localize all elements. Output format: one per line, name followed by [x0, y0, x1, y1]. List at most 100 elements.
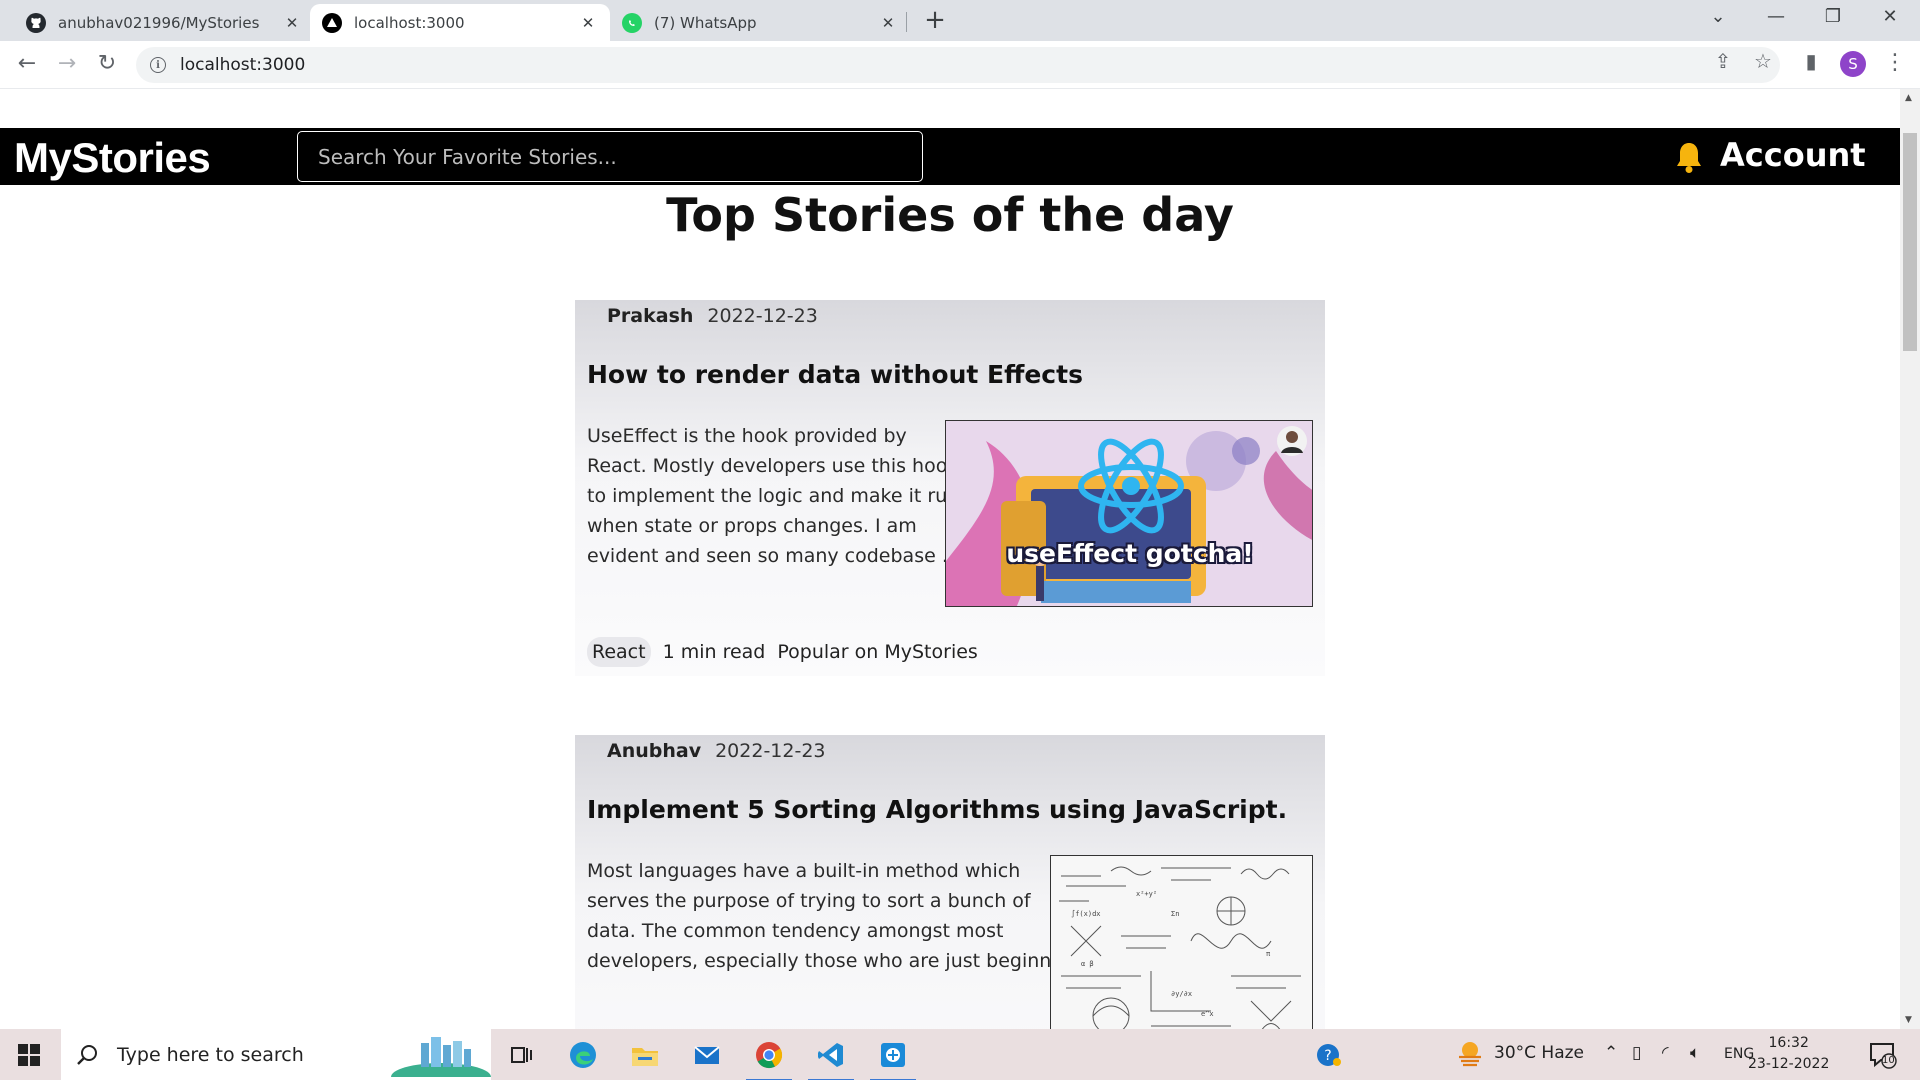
more-menu-icon[interactable]: ⋮	[1884, 50, 1906, 75]
side-panel-icon[interactable]: ▮	[1797, 49, 1825, 73]
tab-title: localhost:3000	[354, 13, 465, 32]
windows-start-icon[interactable]	[18, 1044, 40, 1066]
search-highlight-city-icon	[391, 1033, 491, 1080]
story-excerpt: UseEffect is the hook provided by React.…	[587, 421, 960, 571]
whatsapp-icon	[622, 12, 642, 33]
story-thumbnail-math[interactable]: x²+y²∫f(x)dx Σnπ ∂y/∂x√2 α βe^x	[1050, 855, 1313, 1029]
github-icon	[26, 12, 46, 33]
browser-toolbar: ← → ↻ i localhost:3000 ⇪ ☆ ▮ S ⋮	[0, 41, 1920, 89]
read-time: 1 min read	[662, 641, 766, 663]
svg-text:Σn: Σn	[1171, 910, 1179, 918]
close-tab-icon[interactable]: ✕	[878, 14, 898, 32]
restore-icon[interactable]: ❐	[1813, 6, 1853, 27]
svg-text:α β: α β	[1081, 960, 1094, 968]
volume-icon[interactable]: 🔈︎	[1690, 1043, 1700, 1063]
network-icon[interactable]: ◜	[1662, 1043, 1669, 1063]
taskbar-search-box[interactable]: Type here to search	[61, 1029, 491, 1080]
reload-icon[interactable]: ↻	[92, 50, 122, 80]
story-footer: React 1 min read Popular on MyStories	[587, 637, 978, 667]
story-author[interactable]: Anubhav	[607, 740, 701, 762]
windows-taskbar: Type here to search ? 30°C Haze ⌃ ▯ ◜ 🔈︎…	[0, 1029, 1920, 1080]
help-icon[interactable]: ?	[1316, 1042, 1342, 1073]
chrome-icon[interactable]	[746, 1040, 792, 1080]
scrollbar-thumb[interactable]	[1903, 133, 1917, 351]
excerpt-line: UseEffect is the hook provided by	[587, 425, 907, 447]
forward-arrow-icon[interactable]: →	[52, 50, 82, 80]
story-card[interactable]: Prakash 2022-12-23 How to render data wi…	[575, 300, 1325, 676]
story-thumbnail-react[interactable]: useEffect gotcha!	[945, 420, 1313, 607]
tab-github[interactable]: anubhav021996/MyStories ✕	[14, 4, 314, 41]
scroll-down-icon[interactable]: ▼	[1905, 1015, 1912, 1025]
tab-separator	[906, 12, 907, 32]
task-view-icon[interactable]	[506, 1040, 536, 1070]
page-viewport: MyStories Account Top Stories of the day…	[0, 89, 1920, 1029]
story-title[interactable]: Implement 5 Sorting Algorithms using Jav…	[587, 795, 1287, 824]
excerpt-line: Most languages have a built-in method wh…	[587, 860, 1021, 882]
weather-haze-icon[interactable]	[1456, 1039, 1484, 1072]
excerpt-line: React. Mostly developers use this hook	[587, 455, 959, 477]
search-icon	[75, 1043, 99, 1067]
app-blue-icon[interactable]	[870, 1040, 916, 1080]
story-tag[interactable]: React	[587, 637, 651, 667]
popular-badge: Popular on MyStories	[777, 641, 978, 663]
story-card[interactable]: Anubhav 2022-12-23 Implement 5 Sorting A…	[575, 735, 1325, 1029]
svg-text:x²+y²: x²+y²	[1136, 890, 1157, 898]
scroll-up-icon[interactable]: ▲	[1905, 93, 1912, 103]
bell-icon[interactable]	[1673, 140, 1705, 174]
back-arrow-icon[interactable]: ←	[12, 50, 42, 80]
notification-count: 10	[1882, 1055, 1895, 1066]
story-date: 2022-12-23	[707, 305, 818, 327]
url-text[interactable]: localhost:3000	[180, 55, 305, 75]
mail-icon[interactable]	[692, 1040, 722, 1070]
excerpt-line: data. The common tendency amongst most	[587, 920, 1004, 942]
svg-text:∂y/∂x: ∂y/∂x	[1171, 990, 1192, 998]
close-window-icon[interactable]: ✕	[1870, 6, 1910, 27]
story-meta: Anubhav 2022-12-23	[607, 740, 826, 762]
svg-text:e^x: e^x	[1201, 1010, 1214, 1018]
file-explorer-icon[interactable]	[630, 1040, 660, 1070]
svg-text:∫f(x)dx: ∫f(x)dx	[1071, 909, 1101, 918]
system-clock[interactable]: 16:32 23-12-2022	[1748, 1033, 1829, 1075]
story-search-input[interactable]	[297, 131, 923, 182]
edge-icon[interactable]	[568, 1040, 598, 1070]
tab-localhost[interactable]: localhost:3000 ✕	[310, 4, 610, 41]
story-title[interactable]: How to render data without Effects	[587, 360, 1083, 389]
bookmark-star-icon[interactable]: ☆	[1749, 49, 1777, 73]
share-icon[interactable]: ⇪	[1709, 49, 1737, 73]
excerpt-line: serves the purpose of trying to sort a b…	[587, 890, 1031, 912]
page-title: Top Stories of the day	[666, 188, 1234, 242]
taskbar-search-placeholder: Type here to search	[117, 1043, 304, 1066]
close-tab-icon[interactable]: ✕	[578, 14, 598, 32]
site-navbar: MyStories Account	[0, 128, 1900, 185]
minimize-icon[interactable]: —	[1756, 6, 1796, 27]
story-date: 2022-12-23	[715, 740, 826, 762]
excerpt-line: to implement the logic and make it run	[587, 485, 960, 507]
site-info-icon[interactable]: i	[150, 57, 166, 73]
story-excerpt: Most languages have a built-in method wh…	[587, 856, 1075, 976]
triangle-logo-icon	[322, 12, 342, 33]
clock-time: 16:32	[1768, 1035, 1809, 1051]
profile-avatar[interactable]: S	[1840, 51, 1866, 77]
address-bar[interactable]: i localhost:3000	[136, 47, 1780, 83]
clock-date: 23-12-2022	[1748, 1056, 1830, 1072]
notifications-icon[interactable]: 10	[1868, 1040, 1898, 1075]
story-author[interactable]: Prakash	[607, 305, 693, 327]
tab-title: anubhav021996/MyStories	[58, 13, 260, 32]
new-tab-button[interactable]: +	[923, 7, 947, 34]
account-link[interactable]: Account	[1720, 136, 1866, 174]
page-scrollbar[interactable]: ▲ ▼	[1900, 89, 1920, 1029]
svg-text:?: ?	[1324, 1048, 1331, 1064]
browser-tabstrip: anubhav021996/MyStories ✕ localhost:3000…	[0, 0, 1920, 41]
tab-title: (7) WhatsApp	[654, 13, 757, 32]
device-icon[interactable]: ▯	[1632, 1043, 1641, 1063]
site-logo[interactable]: MyStories	[14, 134, 211, 182]
weather-text[interactable]: 30°C Haze	[1494, 1043, 1584, 1063]
tab-search-chevron-icon[interactable]: ⌄	[1698, 6, 1738, 27]
excerpt-line: developers, especially those who are jus…	[587, 950, 1075, 972]
tab-whatsapp[interactable]: (7) WhatsApp ✕	[610, 4, 910, 41]
show-hidden-icons-chevron[interactable]: ⌃	[1604, 1043, 1618, 1063]
vscode-icon[interactable]	[808, 1040, 854, 1080]
excerpt-line: evident and seen so many codebase ...	[587, 545, 960, 567]
story-meta: Prakash 2022-12-23	[607, 305, 818, 327]
close-tab-icon[interactable]: ✕	[282, 14, 302, 32]
